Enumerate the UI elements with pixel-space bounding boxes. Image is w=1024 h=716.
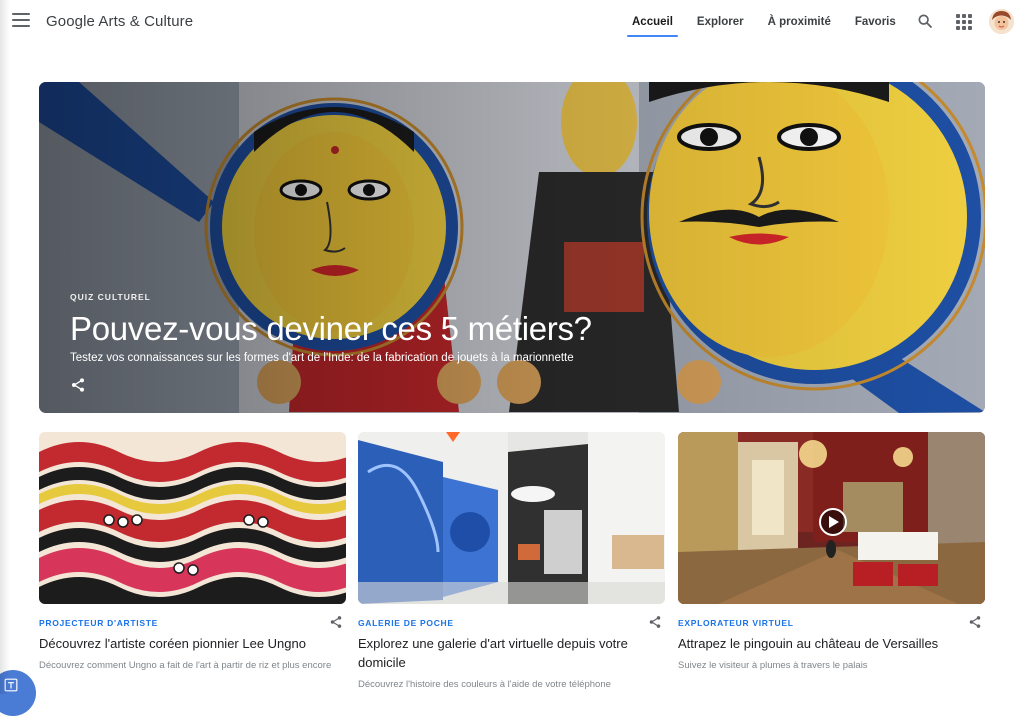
nav-item-favoris[interactable]: Favoris xyxy=(843,0,908,44)
app-logo[interactable]: Google Arts & Culture xyxy=(46,13,193,30)
avatar[interactable] xyxy=(989,9,1014,34)
share-icon[interactable] xyxy=(648,615,662,629)
menu-icon[interactable] xyxy=(12,13,30,27)
main-nav: Accueil Explorer À proximité Favoris xyxy=(620,0,908,44)
card-title[interactable]: Attrapez le pingouin au château de Versa… xyxy=(678,634,985,653)
card-image[interactable] xyxy=(39,432,346,604)
card-eyebrow: EXPLORATEUR VIRTUEL xyxy=(678,618,794,628)
card-description: Suivez le visiteur à plumes à travers le… xyxy=(678,660,868,671)
nav-item-a-proximite[interactable]: À proximité xyxy=(756,0,843,44)
hero-banner[interactable]: QUIZ CULTUREL Pouvez-vous deviner ces 5 … xyxy=(39,82,985,413)
card-title[interactable]: Explorez une galerie d'art virtuelle dep… xyxy=(358,634,665,672)
card-image[interactable] xyxy=(358,432,665,604)
card-versailles[interactable]: EXPLORATEUR VIRTUEL Attrapez le pingouin… xyxy=(678,432,985,672)
hero-eyebrow: QUIZ CULTUREL xyxy=(70,292,151,302)
card-description: Découvrez comment Ungno a fait de l'art … xyxy=(39,660,332,671)
share-icon[interactable] xyxy=(968,615,982,629)
card-description: Découvrez l'histoire des couleurs à l'ai… xyxy=(358,679,611,690)
share-icon[interactable] xyxy=(70,377,86,393)
nav-item-accueil[interactable]: Accueil xyxy=(620,0,685,44)
top-app-bar: Google Arts & Culture Accueil Explorer À… xyxy=(0,0,1024,44)
card-image[interactable] xyxy=(678,432,985,604)
card-lee-ungno[interactable]: PROJECTEUR D'ARTISTE Découvrez l'artiste… xyxy=(39,432,346,672)
hero-text-block: QUIZ CULTUREL Pouvez-vous deviner ces 5 … xyxy=(70,292,592,364)
hero-title[interactable]: Pouvez-vous deviner ces 5 métiers? xyxy=(70,310,592,348)
share-icon[interactable] xyxy=(329,615,343,629)
card-pocket-gallery[interactable]: GALERIE DE POCHE Explorez une galerie d'… xyxy=(358,432,665,691)
card-eyebrow: PROJECTEUR D'ARTISTE xyxy=(39,618,158,628)
left-edge-shadow xyxy=(0,0,10,694)
card-title[interactable]: Découvrez l'artiste coréen pionnier Lee … xyxy=(39,634,346,653)
search-icon[interactable] xyxy=(917,13,933,29)
nav-item-explorer[interactable]: Explorer xyxy=(685,0,756,44)
apps-icon[interactable] xyxy=(956,14,972,30)
card-eyebrow: GALERIE DE POCHE xyxy=(358,618,454,628)
hero-subtitle: Testez vos connaissances sur les formes … xyxy=(70,352,574,364)
